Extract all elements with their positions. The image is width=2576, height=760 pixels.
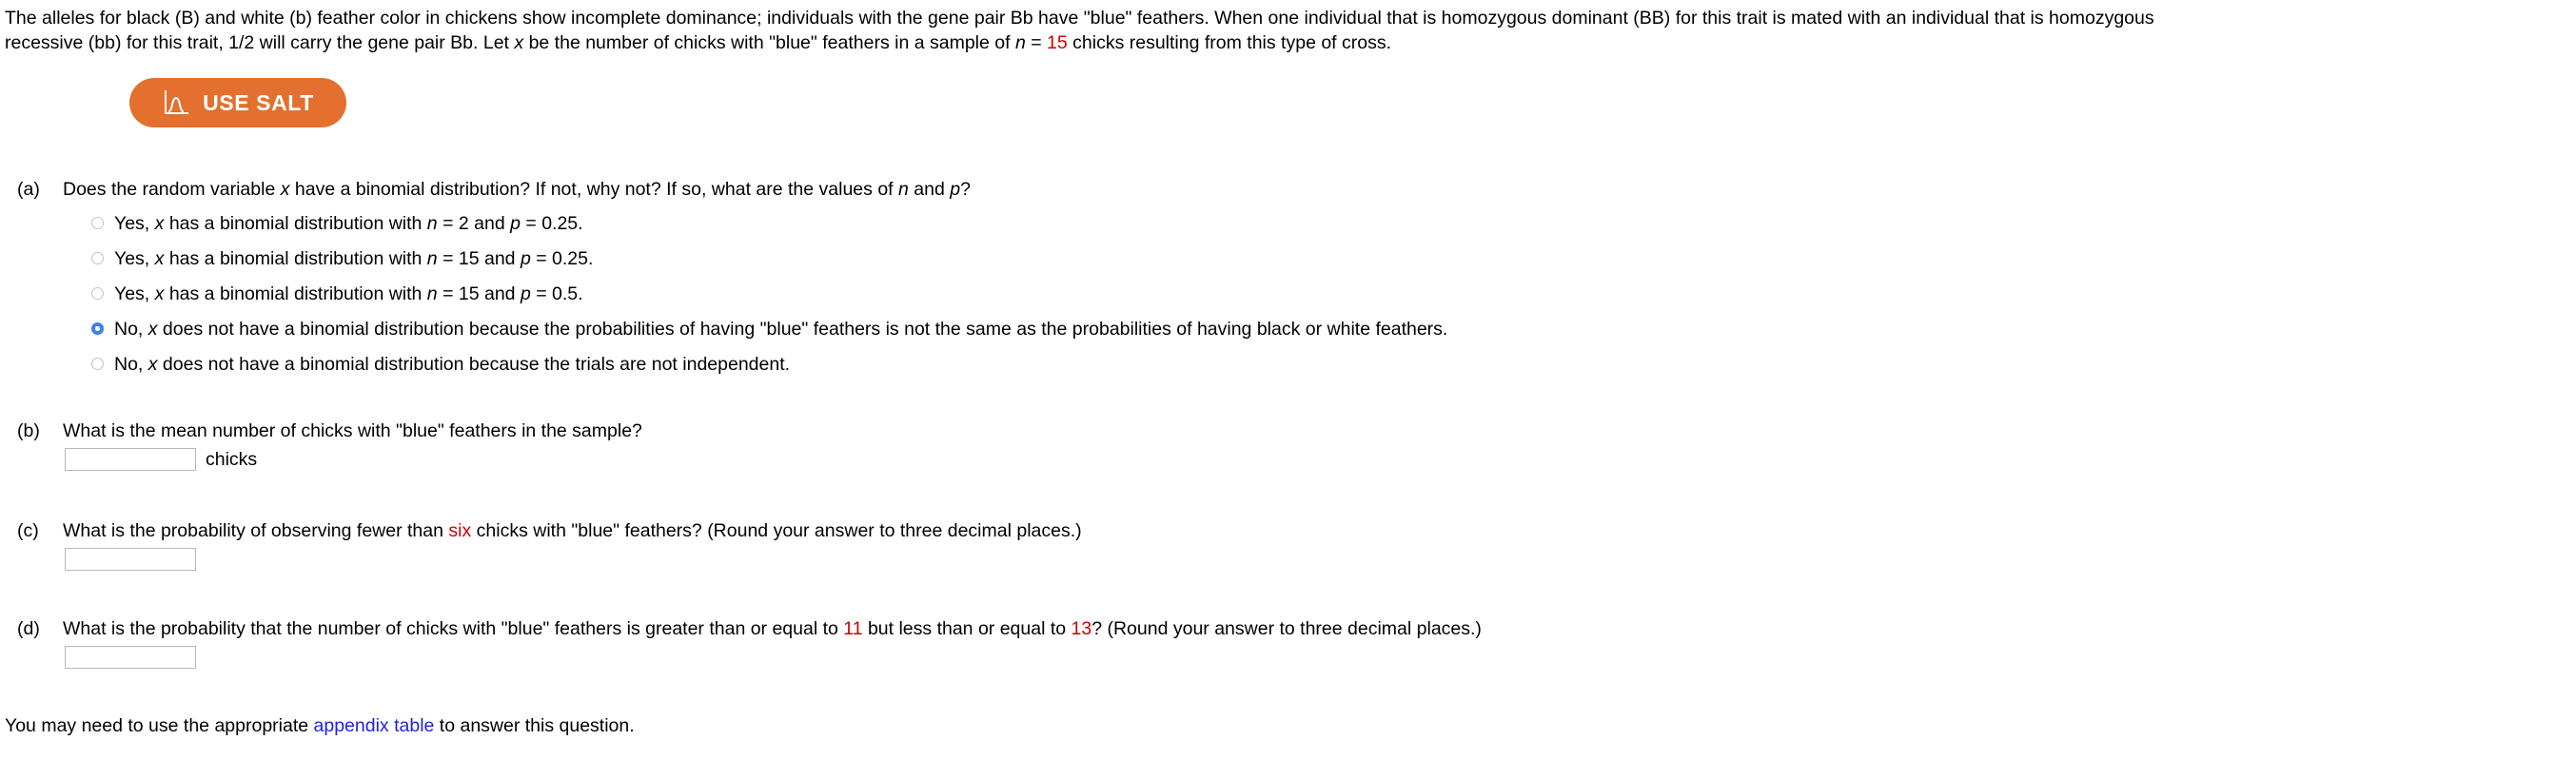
question-c-text-1: What is the probability of observing few…: [63, 520, 449, 541]
option-text-fragment: has a binomial distribution with: [164, 283, 427, 304]
option-text-fragment: does not have a binomial distribution be…: [157, 354, 791, 375]
option-text-fragment: No,: [114, 354, 148, 375]
question-a: (a) Does the random variable x have a bi…: [17, 177, 971, 202]
question-c-answer-row: [65, 548, 196, 571]
question-a-option-3[interactable]: Yes, x has a binomial distribution with …: [91, 282, 1447, 317]
question-c-label: (c): [17, 520, 39, 541]
question-d-highlight-lower: 11: [843, 618, 863, 639]
question-a-text-1: Does the random variable: [63, 179, 281, 200]
question-d-label: (d): [17, 618, 40, 639]
question-b-answer-input[interactable]: [65, 448, 196, 471]
option-text-fragment: = 15 and: [437, 283, 521, 304]
option-text-fragment: Yes,: [114, 248, 155, 269]
sample-size-value: 15: [1047, 32, 1068, 53]
option-text-fragment: = 0.25.: [530, 248, 594, 269]
option-text-fragment: = 0.25.: [520, 213, 583, 234]
appendix-note-text-2: to answer this question.: [434, 715, 635, 736]
question-c-highlight-value: six: [448, 520, 472, 541]
question-a-option-4[interactable]: No, x does not have a binomial distribut…: [91, 317, 1447, 352]
question-d-text-1: What is the probability that the number …: [63, 618, 844, 639]
option-text-fragment: No,: [114, 319, 148, 340]
option-text-fragment: has a binomial distribution with: [164, 248, 427, 269]
question-b-answer-row: chicks: [65, 448, 257, 471]
variable: p: [520, 283, 531, 304]
option-text-fragment: has a binomial distribution with: [164, 213, 427, 234]
question-a-option-label-2: Yes, x has a binomial distribution with …: [114, 246, 593, 271]
question-b-label: (b): [17, 420, 40, 441]
question-a-option-1[interactable]: Yes, x has a binomial distribution with …: [91, 211, 1447, 246]
question-b-unit-label: chicks: [206, 448, 258, 470]
option-text-fragment: Yes,: [114, 283, 155, 304]
problem-statement-line-1: The alleles for black (B) and white (b) …: [5, 6, 2574, 30]
question-c-text: What is the probability of observing few…: [63, 518, 1082, 543]
question-d-answer-row: [65, 646, 196, 669]
question-a-option-2[interactable]: Yes, x has a binomial distribution with …: [91, 246, 1447, 282]
question-d-text: What is the probability that the number …: [63, 616, 1482, 641]
problem-statement: The alleles for black (B) and white (b) …: [5, 6, 2574, 55]
option-text-fragment: = 2 and: [437, 213, 511, 234]
question-d: (d) What is the probability that the num…: [17, 616, 1482, 641]
variable: n: [426, 213, 438, 234]
use-salt-button[interactable]: USE SALT: [129, 78, 346, 127]
option-text-fragment: = 15 and: [437, 248, 521, 269]
question-a-text-2: have a binomial distribution? If not, wh…: [289, 179, 898, 200]
variable-n: n: [1014, 32, 1026, 53]
question-a-option-5[interactable]: No, x does not have a binomial distribut…: [91, 352, 1447, 387]
question-a-text-4: ?: [960, 179, 971, 200]
question-c-answer-input[interactable]: [65, 548, 196, 571]
question-c: (c) What is the probability of observing…: [17, 518, 1082, 543]
problem-statement-text-2: recessive (bb) for this trait, 1/2 will …: [5, 32, 515, 53]
radio-button-4[interactable]: [91, 322, 104, 335]
question-a-option-label-3: Yes, x has a binomial distribution with …: [114, 282, 583, 306]
appendix-table-link[interactable]: appendix table: [314, 715, 435, 736]
variable-x: x: [514, 32, 524, 53]
option-text-fragment: Yes,: [114, 213, 155, 234]
question-b: (b) What is the mean number of chicks wi…: [17, 419, 642, 443]
radio-button-5[interactable]: [91, 358, 104, 370]
option-text-fragment: = 0.5.: [530, 283, 583, 304]
use-salt-label: USE SALT: [203, 89, 314, 115]
variable: x: [147, 319, 158, 340]
equals-sign: =: [1025, 32, 1048, 53]
variable-p: p: [950, 179, 961, 200]
variable: x: [154, 248, 165, 269]
question-d-answer-input[interactable]: [65, 646, 196, 669]
problem-statement-text-4: chicks resulting from this type of cross…: [1067, 32, 1392, 53]
question-a-option-label-4: No, x does not have a binomial distribut…: [114, 317, 1447, 341]
problem-page: The alleles for black (B) and white (b) …: [0, 0, 2576, 760]
question-d-text-2: but less than or equal to: [862, 618, 1072, 639]
problem-statement-text-3: be the number of chicks with "blue" feat…: [523, 32, 1015, 53]
variable-x: x: [280, 179, 290, 200]
variable: x: [154, 213, 165, 234]
question-a-text-3: and: [908, 179, 951, 200]
question-d-highlight-upper: 13: [1071, 618, 1092, 639]
question-a-label: (a): [17, 179, 40, 200]
radio-button-2[interactable]: [91, 252, 104, 264]
radio-button-1[interactable]: [91, 217, 104, 229]
question-d-text-3: ? (Round your answer to three decimal pl…: [1091, 618, 1482, 639]
appendix-note-text-1: You may need to use the appropriate: [5, 715, 314, 736]
variable: x: [154, 283, 165, 304]
question-b-text: What is the mean number of chicks with "…: [63, 420, 642, 441]
question-c-text-2: chicks with "blue" feathers? (Round your…: [471, 520, 1082, 541]
variable-n: n: [898, 179, 909, 200]
question-a-text: Does the random variable x have a binomi…: [63, 177, 971, 202]
variable: n: [426, 283, 438, 304]
variable: x: [147, 354, 158, 375]
variable: p: [510, 213, 521, 234]
distribution-curve-icon: [162, 88, 190, 117]
variable: p: [520, 248, 531, 269]
option-text-fragment: does not have a binomial distribution be…: [157, 319, 1448, 340]
question-a-option-label-5: No, x does not have a binomial distribut…: [114, 352, 790, 377]
variable: n: [426, 248, 438, 269]
problem-statement-text-1: The alleles for black (B) and white (b) …: [5, 8, 2154, 29]
question-a-option-label-1: Yes, x has a binomial distribution with …: [114, 211, 583, 236]
radio-button-3[interactable]: [91, 287, 104, 300]
appendix-note: You may need to use the appropriate appe…: [5, 713, 635, 738]
question-a-option-list: Yes, x has a binomial distribution with …: [91, 211, 1447, 387]
problem-statement-line-2: recessive (bb) for this trait, 1/2 will …: [5, 30, 2574, 55]
